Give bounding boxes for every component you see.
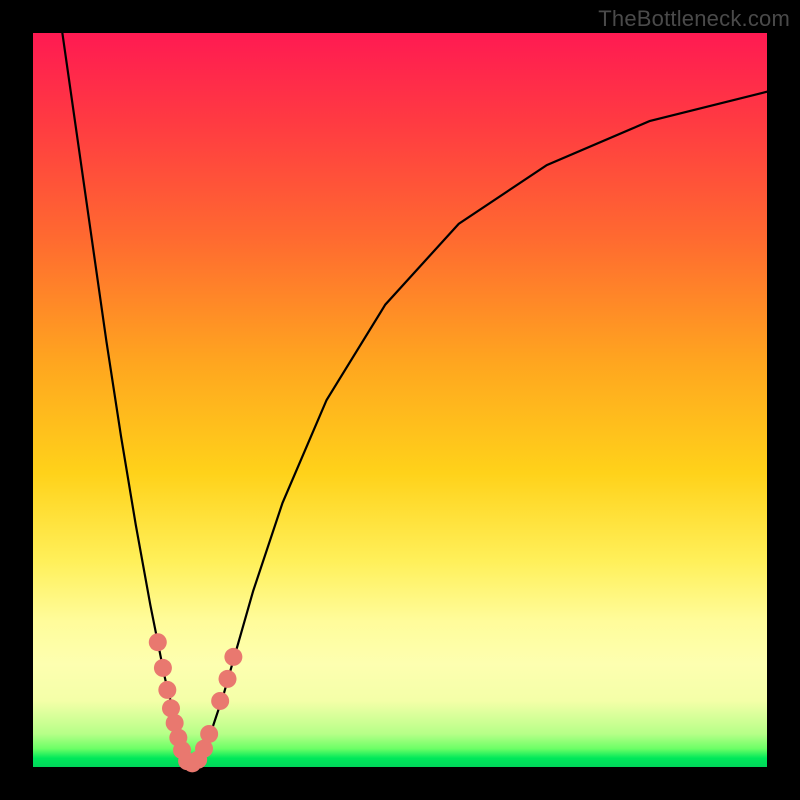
data-point — [154, 659, 172, 677]
data-point — [149, 633, 167, 651]
chart-svg — [33, 33, 767, 767]
data-point — [224, 648, 242, 666]
data-point — [211, 692, 229, 710]
data-point — [158, 681, 176, 699]
chart-frame: TheBottleneck.com — [0, 0, 800, 800]
data-point — [219, 670, 237, 688]
bottleneck-curve — [62, 33, 767, 767]
data-point — [200, 725, 218, 743]
watermark-text: TheBottleneck.com — [598, 6, 790, 32]
chart-plot-area — [33, 33, 767, 767]
data-point-markers — [149, 633, 243, 772]
